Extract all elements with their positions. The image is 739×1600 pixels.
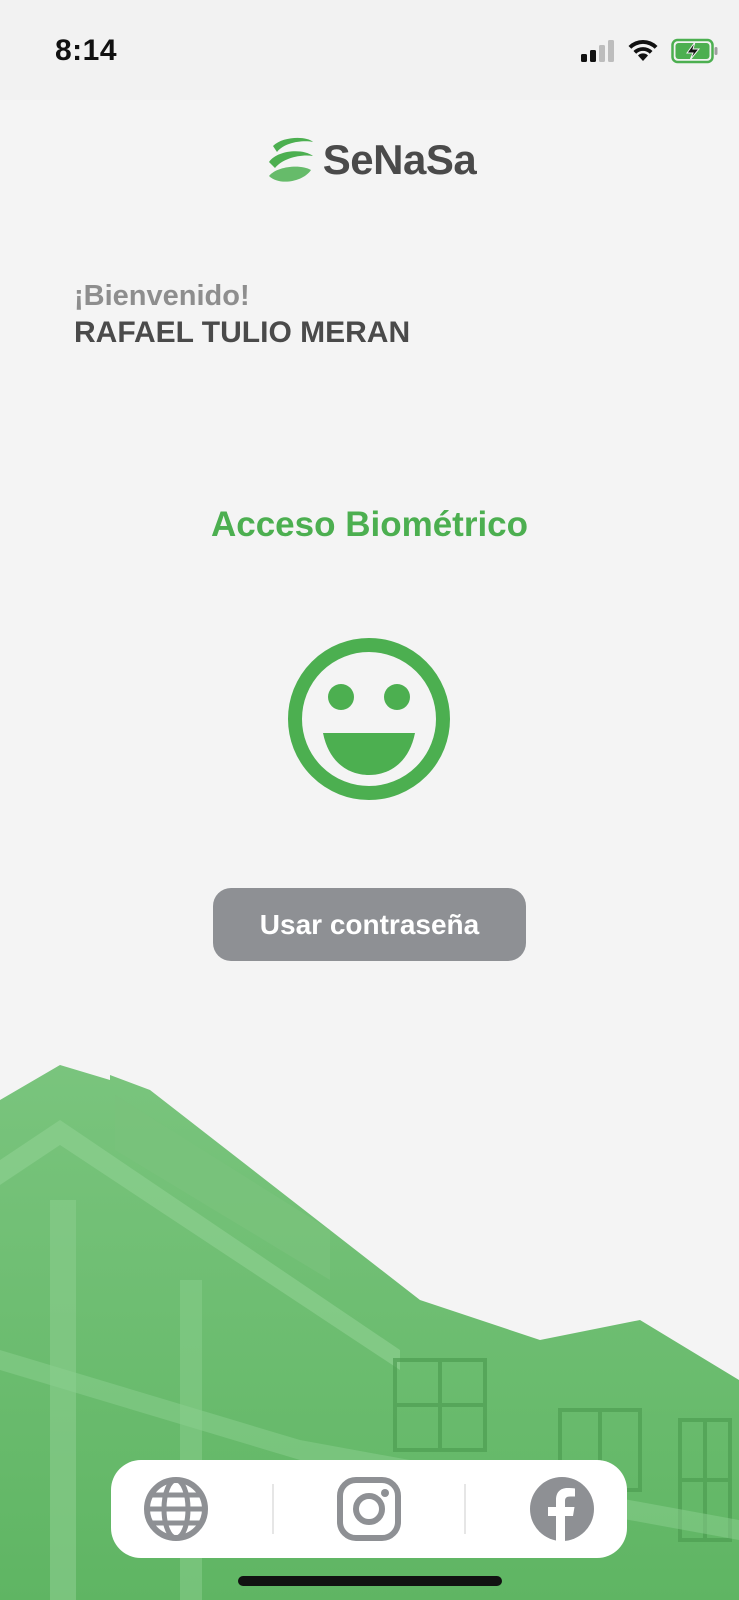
status-icons: [581, 38, 719, 64]
user-name: RAFAEL TULIO MERAN: [74, 316, 411, 349]
face-id-smile-icon[interactable]: [285, 635, 453, 803]
status-time: 8:14: [55, 34, 118, 67]
login-screen: 8:14 SeNaSa ¡Bienvenido! RAFAEL TULIO ME…: [0, 0, 739, 1600]
website-link[interactable]: [141, 1474, 211, 1544]
logo-text: SeNaSa: [322, 136, 477, 183]
social-links-bar: [111, 1460, 627, 1558]
welcome-block: ¡Bienvenido! RAFAEL TULIO MERAN: [74, 278, 410, 352]
social-divider: [271, 1484, 274, 1534]
facebook-icon: [529, 1477, 594, 1542]
biometric-title: Acceso Biométrico: [210, 505, 529, 544]
instagram-link[interactable]: [334, 1474, 404, 1544]
social-divider: [464, 1484, 467, 1534]
cellular-signal-icon: [581, 40, 614, 62]
senasa-logo-icon: [268, 137, 313, 182]
instagram-icon: [336, 1477, 401, 1541]
status-bar: 8:14: [0, 0, 739, 100]
use-password-button[interactable]: Usar contraseña: [213, 888, 526, 961]
facebook-link[interactable]: [527, 1474, 597, 1544]
senasa-logo: SeNaSa: [0, 132, 739, 188]
home-indicator[interactable]: [238, 1576, 502, 1586]
globe-icon: [144, 1477, 209, 1541]
welcome-greeting: ¡Bienvenido!: [74, 280, 250, 312]
wifi-icon: [628, 39, 658, 61]
battery-charging-icon: [671, 38, 718, 64]
